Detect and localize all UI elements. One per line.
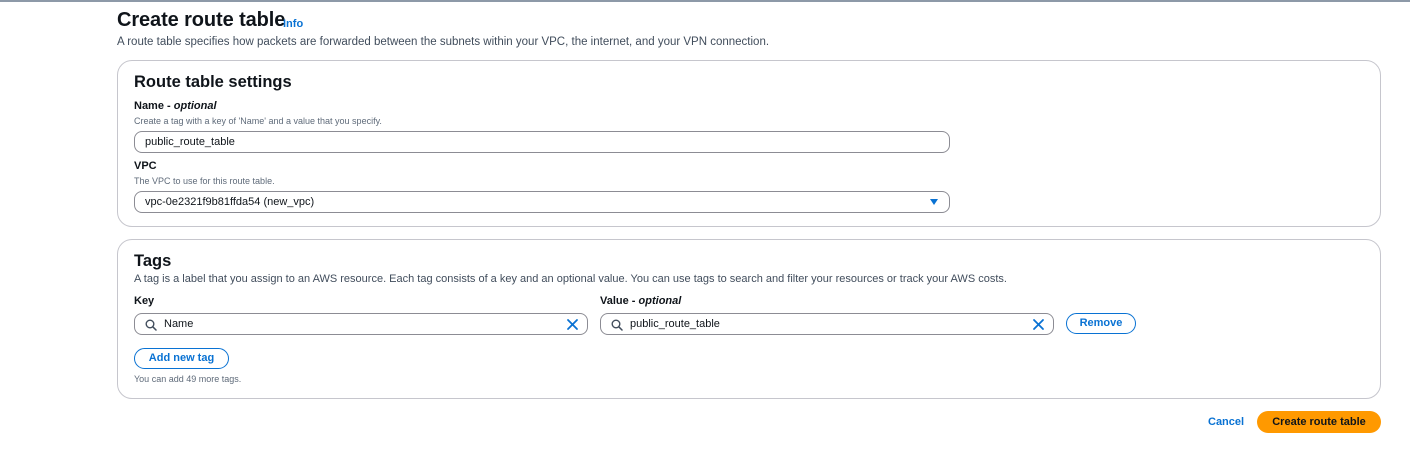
tags-panel: Tags A tag is a label that you assign to…: [117, 239, 1381, 399]
tag-value-input[interactable]: public_route_table: [600, 313, 1054, 335]
value-label-optional: optional: [638, 295, 682, 307]
remaining-tags-hint: You can add 49 more tags.: [134, 374, 242, 384]
tags-title: Tags: [134, 252, 172, 270]
close-icon[interactable]: [566, 318, 579, 331]
tags-description: A tag is a label that you assign to an A…: [134, 273, 1007, 285]
tag-key-input[interactable]: Name: [134, 313, 588, 335]
vpc-select-value: vpc-0e2321f9b81ffda54 (new_vpc): [145, 196, 315, 208]
name-input-value: public_route_table: [145, 136, 235, 148]
top-divider: [0, 0, 1410, 2]
add-new-tag-button[interactable]: Add new tag: [134, 348, 229, 369]
create-route-table-button[interactable]: Create route table: [1257, 411, 1381, 433]
vpc-select[interactable]: vpc-0e2321f9b81ffda54 (new_vpc): [134, 191, 950, 213]
name-hint: Create a tag with a key of 'Name' and a …: [134, 116, 382, 126]
tag-key-value: Name: [164, 318, 194, 330]
caret-down-icon: [930, 199, 938, 205]
vpc-hint: The VPC to use for this route table.: [134, 176, 275, 186]
info-link[interactable]: Info: [283, 18, 303, 30]
close-icon[interactable]: [1032, 318, 1045, 331]
page-title: Create route table: [117, 9, 286, 31]
page-description: A route table specifies how packets are …: [117, 36, 770, 48]
search-icon: [611, 319, 623, 331]
key-column-label: Key: [134, 295, 155, 307]
search-icon: [145, 319, 157, 331]
name-label: Name - optional: [134, 100, 217, 112]
settings-title: Route table settings: [134, 73, 292, 91]
name-label-text: Name -: [134, 100, 174, 112]
tag-value-value: public_route_table: [630, 318, 720, 330]
value-column-label: Value - optional: [600, 295, 681, 307]
cancel-button[interactable]: Cancel: [1208, 416, 1244, 428]
remove-tag-button[interactable]: Remove: [1066, 313, 1136, 334]
vpc-label: VPC: [134, 160, 157, 172]
name-input[interactable]: public_route_table: [134, 131, 950, 153]
route-table-settings-panel: Route table settings Name - optional Cre…: [117, 60, 1381, 227]
value-label-text: Value -: [600, 295, 639, 307]
name-label-optional: optional: [173, 100, 217, 112]
